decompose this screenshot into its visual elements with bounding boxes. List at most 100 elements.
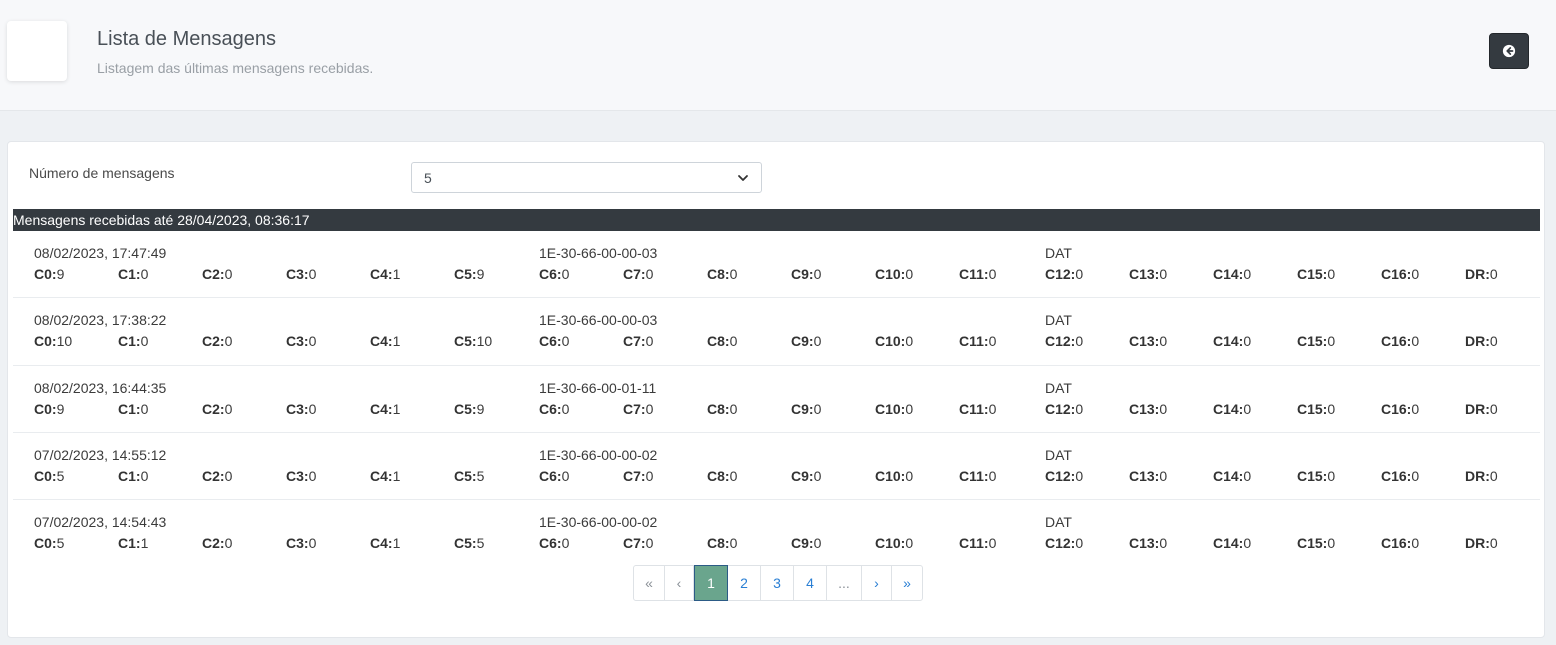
message-field: C12:0 [1045, 535, 1083, 551]
field-key: C14: [1213, 266, 1244, 282]
field-key: C1: [118, 535, 141, 552]
pagination-page-2[interactable]: 2 [728, 566, 761, 600]
field-key: C6: [539, 400, 562, 417]
field-key: C11: [959, 333, 989, 350]
field-key: C14: [1213, 535, 1244, 552]
field-key: C9: [791, 333, 814, 350]
message-field: C11:0 [959, 535, 996, 551]
message-field: DR:0 [1465, 535, 1498, 551]
field-value: 1 [392, 266, 401, 282]
message-field: C9:0 [791, 401, 821, 417]
pagination-last[interactable]: » [892, 566, 922, 600]
message-field: C1:0 [118, 333, 148, 349]
field-key: C2: [202, 535, 225, 552]
field-key: C3: [286, 400, 309, 417]
field-key: C12: [1045, 467, 1076, 484]
field-key: C2: [202, 400, 225, 417]
field-key: C11: [959, 400, 989, 417]
message-field: C13:0 [1129, 266, 1167, 282]
message-field: C10:0 [875, 266, 913, 282]
field-key: C1: [118, 333, 141, 350]
field-key: C1: [118, 467, 141, 484]
message-field: C3:0 [286, 401, 316, 417]
pagination-page-1[interactable]: 1 [694, 565, 728, 601]
field-key: C0: [34, 333, 57, 350]
field-value: 0 [988, 266, 997, 282]
field-value: 0 [645, 535, 654, 552]
message-field: C10:0 [875, 333, 913, 349]
field-key: C15: [1297, 467, 1328, 484]
field-value: 0 [905, 266, 914, 282]
message-field: C8:0 [707, 535, 737, 551]
message-field: C14:0 [1213, 535, 1251, 551]
field-key: C15: [1297, 266, 1328, 282]
field-value: 0 [1411, 400, 1420, 417]
message-field: C5:5 [454, 535, 484, 551]
field-key: C14: [1213, 467, 1244, 484]
field-key: C13: [1129, 333, 1160, 350]
message-field: C7:0 [623, 266, 653, 282]
message-date: 08/02/2023, 17:47:49 [34, 245, 167, 261]
field-value: 0 [561, 333, 570, 350]
field-key: C13: [1129, 400, 1160, 417]
message-field: C11:0 [959, 468, 996, 484]
message-row: 08/02/2023, 17:38:22 1E-30-66-00-00-03 DAT… [13, 298, 1540, 366]
message-field: C16:0 [1381, 333, 1419, 349]
field-value: 0 [140, 266, 149, 282]
field-key: C9: [791, 400, 814, 417]
back-button[interactable] [1489, 33, 1529, 69]
pagination-page-4[interactable]: 4 [794, 566, 827, 600]
field-value: 1 [392, 467, 401, 484]
message-row: 07/02/2023, 14:54:43 1E-30-66-00-00-02 DAT… [13, 500, 1540, 567]
field-value: 5 [56, 467, 65, 484]
message-type: DAT [1045, 312, 1072, 329]
pagination-first[interactable]: « [634, 566, 665, 600]
field-key: C10: [875, 333, 906, 350]
field-key: C5: [454, 535, 477, 552]
field-key: C14: [1213, 333, 1244, 350]
page-title: Lista de Mensagens [97, 28, 277, 50]
field-value: 0 [140, 400, 149, 417]
field-value: 0 [729, 467, 738, 484]
field-key: C13: [1129, 467, 1160, 484]
field-value: 5 [56, 535, 65, 552]
message-field: C2:0 [202, 333, 232, 349]
field-key: C15: [1297, 400, 1328, 417]
field-key: C2: [202, 467, 225, 484]
field-value: 0 [1075, 266, 1084, 282]
field-value: 0 [905, 467, 914, 484]
field-key: C13: [1129, 535, 1160, 552]
messages-card: Número de mensagens 5 Mensagens recebida… [7, 141, 1545, 638]
field-value: 9 [56, 266, 65, 282]
field-key: C7: [623, 266, 646, 282]
field-key: C16: [1381, 333, 1412, 350]
field-value: 0 [905, 400, 914, 417]
pagination-prev[interactable]: ‹ [665, 566, 694, 600]
field-value: 0 [645, 266, 654, 282]
message-field: C7:0 [623, 468, 653, 484]
message-field: C5:5 [454, 468, 484, 484]
field-key: C8: [707, 266, 730, 282]
field-value: 0 [645, 400, 654, 417]
pagination-page-3[interactable]: 3 [761, 566, 794, 600]
message-date: 08/02/2023, 16:44:35 [34, 379, 167, 396]
message-count-select[interactable]: 5 [411, 162, 762, 193]
field-key: C16: [1381, 266, 1412, 282]
message-field: C8:0 [707, 468, 737, 484]
pagination-next[interactable]: › [862, 566, 892, 600]
field-key: C10: [875, 535, 906, 552]
field-value: 0 [1159, 535, 1168, 552]
field-value: 5 [476, 535, 485, 552]
field-key: C0: [34, 467, 57, 484]
message-type: DAT [1045, 446, 1072, 463]
message-field: C12:0 [1045, 401, 1083, 417]
field-value: 0 [729, 266, 738, 282]
field-value: 0 [308, 467, 317, 484]
field-value: 0 [224, 266, 233, 282]
message-type: DAT [1045, 514, 1072, 531]
field-key: C2: [202, 266, 225, 282]
field-value: 0 [224, 400, 233, 417]
message-field: C6:0 [539, 535, 569, 551]
message-field: C5:10 [454, 333, 492, 349]
message-field: C8:0 [707, 401, 737, 417]
